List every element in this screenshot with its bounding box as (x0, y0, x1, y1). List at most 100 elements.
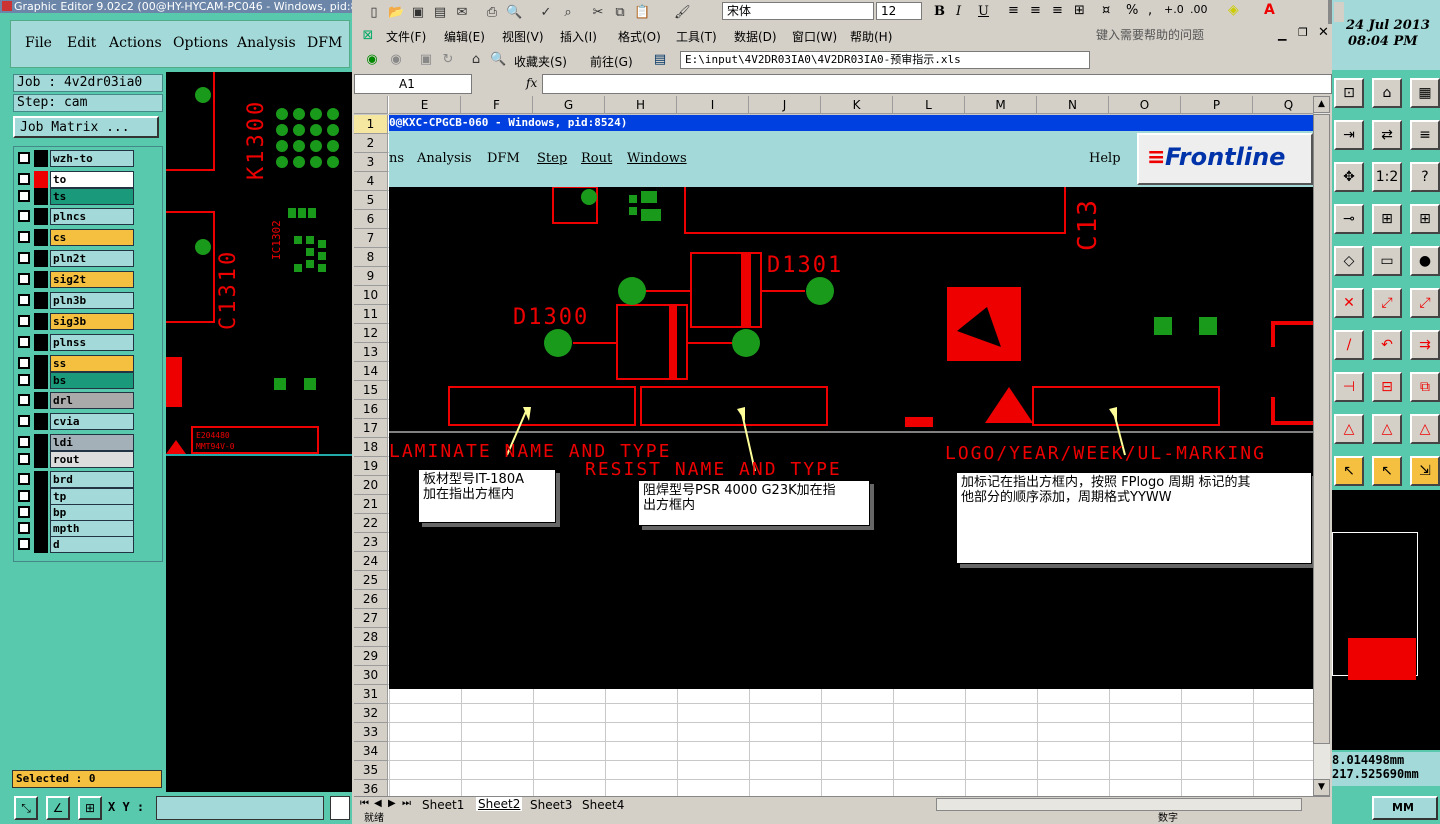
layer-name[interactable]: cvia (50, 413, 134, 430)
row-header[interactable]: 13 (354, 343, 388, 362)
menu-edit-cn[interactable]: 编辑(E) (444, 28, 485, 45)
column-header[interactable]: H (605, 96, 677, 114)
layer-name[interactable]: d (50, 536, 134, 553)
row-header[interactable]: 30 (354, 666, 388, 685)
note-resist[interactable]: 阻焊型号PSR 4000 G23K加在指 出方框内 (638, 480, 870, 526)
row-header[interactable]: 15 (354, 381, 388, 400)
email-icon[interactable]: ✉ (454, 5, 470, 21)
tool-pointer-a-button[interactable]: ↖ (1334, 456, 1364, 486)
tool-zoom-button[interactable]: 1:2 (1372, 162, 1402, 192)
tool-surface-button[interactable]: ▭ (1372, 246, 1402, 276)
layer-row[interactable]: ts (16, 188, 134, 205)
row-header[interactable]: 5 (354, 191, 388, 210)
column-header[interactable]: E (389, 96, 461, 114)
layer-checkbox[interactable] (18, 173, 30, 185)
unit-toggle[interactable]: MM (1372, 796, 1438, 820)
row-header[interactable]: 32 (354, 704, 388, 723)
refresh-icon[interactable]: ↻ (440, 52, 456, 68)
permission-icon[interactable]: ▤ (432, 5, 448, 21)
row-header[interactable]: 10 (354, 286, 388, 305)
address-field[interactable]: E:\input\4V2DR03IA0\4V2DR03IA0-预审指示.xls (680, 51, 1090, 69)
tab-first-icon[interactable]: ⏮ (360, 798, 369, 809)
row-header[interactable]: 34 (354, 742, 388, 761)
tab-prev-icon[interactable]: ◀ (374, 798, 382, 809)
layer-checkbox[interactable] (18, 453, 30, 465)
layer-name[interactable]: ss (50, 355, 134, 372)
fx-icon[interactable]: fx (526, 76, 537, 90)
layer-row[interactable]: plnss (16, 334, 134, 351)
layer-color-swatch[interactable] (34, 372, 48, 389)
tool-slot-button[interactable]: ⊣ (1334, 372, 1364, 402)
align-right-icon[interactable]: ≡ (1052, 3, 1063, 18)
copy-icon[interactable]: ⧉ (612, 5, 628, 21)
tab-next-icon[interactable]: ▶ (388, 798, 396, 809)
layer-name[interactable]: drl (50, 392, 134, 409)
layer-row[interactable]: rout (16, 451, 134, 468)
help-search-input[interactable]: 键入需要帮助的问题 (1096, 27, 1274, 43)
row-header[interactable]: 27 (354, 609, 388, 628)
layer-checkbox[interactable] (18, 490, 30, 502)
layer-name[interactable]: bs (50, 372, 134, 389)
tool-delete-button[interactable]: ✕ (1334, 288, 1364, 318)
tool-snap-button[interactable]: ⇥ (1334, 120, 1364, 150)
row-header[interactable]: 33 (354, 723, 388, 742)
row-header[interactable]: 7 (354, 229, 388, 248)
minimize-icon[interactable]: ▁ (1278, 28, 1286, 41)
layer-name[interactable]: pln3b (50, 292, 134, 309)
layer-row[interactable]: sig2t (16, 271, 134, 288)
layer-checkbox[interactable] (18, 522, 30, 534)
layer-row[interactable]: bp (16, 504, 134, 521)
layer-row[interactable]: mpth (16, 520, 134, 537)
row-header[interactable]: 6 (354, 210, 388, 229)
paste-icon[interactable]: 📋 (634, 5, 650, 21)
layer-name[interactable]: sig3b (50, 313, 134, 330)
layer-color-swatch[interactable] (34, 520, 48, 537)
forward-icon[interactable]: ◉ (388, 52, 404, 68)
layer-row[interactable]: d (16, 536, 134, 553)
menu-data-cn[interactable]: 数据(D) (734, 28, 777, 45)
menu-actions[interactable]: Actions (109, 35, 162, 51)
layer-color-swatch[interactable] (34, 313, 48, 330)
tab-sheet2[interactable]: Sheet2 (476, 797, 523, 811)
tool-route-button[interactable]: ⇉ (1410, 330, 1440, 360)
grid-button[interactable]: ⊞ (78, 796, 102, 820)
row-header[interactable]: 8 (354, 248, 388, 267)
row-header[interactable]: 26 (354, 590, 388, 609)
menu-view-cn[interactable]: 视图(V) (502, 28, 544, 45)
tool-home-button[interactable]: ⌂ (1372, 78, 1402, 108)
row-header[interactable]: 14 (354, 362, 388, 381)
layer-checkbox[interactable] (18, 374, 30, 386)
bold-icon[interactable]: B (934, 4, 945, 19)
row-header[interactable]: 1 (354, 115, 388, 134)
layer-name[interactable]: wzh-to (50, 150, 134, 167)
tool-triangle-c-button[interactable]: △ (1410, 414, 1440, 444)
xy-input[interactable] (156, 796, 324, 820)
row-header[interactable]: 24 (354, 552, 388, 571)
row-header[interactable]: 19 (354, 457, 388, 476)
layer-checkbox[interactable] (18, 252, 30, 264)
layer-color-swatch[interactable] (34, 229, 48, 246)
row-header[interactable]: 35 (354, 761, 388, 780)
layer-checkbox[interactable] (18, 273, 30, 285)
layer-row[interactable]: bs (16, 372, 134, 389)
layer-color-swatch[interactable] (34, 355, 48, 372)
format-painter-icon[interactable]: 🖌 (674, 5, 691, 21)
layer-color-swatch[interactable] (34, 451, 48, 468)
tool-transform-button[interactable]: ⧉ (1410, 372, 1440, 402)
cut-icon[interactable]: ✂ (590, 5, 606, 21)
search-web-icon[interactable]: 🔍 (490, 52, 506, 68)
layer-color-swatch[interactable] (34, 536, 48, 553)
tab-sheet4[interactable]: Sheet4 (582, 798, 624, 812)
menu-options[interactable]: Options (173, 35, 228, 51)
tab-sheet1[interactable]: Sheet1 (422, 798, 464, 812)
layer-checkbox[interactable] (18, 210, 30, 222)
layer-checkbox[interactable] (18, 436, 30, 448)
menu-analysis[interactable]: Analysis (237, 35, 296, 51)
layer-row[interactable]: cvia (16, 413, 134, 430)
menu-tools-cn[interactable]: 工具(T) (676, 28, 717, 45)
layer-color-swatch[interactable] (34, 488, 48, 505)
layer-name[interactable]: plnss (50, 334, 134, 351)
zoom-area-button[interactable]: ⤡ (14, 796, 38, 820)
research-icon[interactable]: ⌕ (560, 5, 576, 21)
tab-last-icon[interactable]: ⏭ (402, 798, 411, 809)
